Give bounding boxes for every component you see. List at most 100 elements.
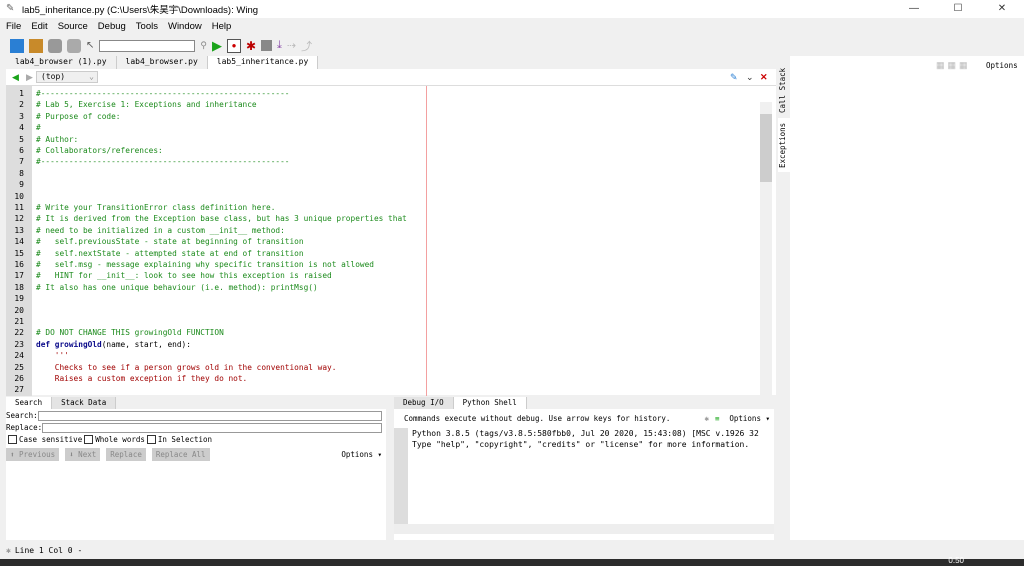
code-line: ''' [36, 351, 69, 360]
save-all-icon[interactable] [67, 38, 81, 53]
search-options-button[interactable]: Options ▾ [341, 450, 382, 459]
case-sensitive-label: Case sensitive [19, 435, 83, 444]
step-into-icon[interactable]: ⤓ [277, 39, 282, 52]
shell-options-button[interactable]: Options ▾ [729, 414, 770, 423]
menu-help[interactable]: Help [212, 21, 232, 32]
tab-lab5-inheritance[interactable]: lab5_inheritance.py [207, 56, 319, 69]
run-icon[interactable]: ▶ [212, 38, 222, 54]
tab-exceptions[interactable]: Exceptions [778, 118, 790, 172]
code-token: ''' [36, 351, 69, 361]
code-line: # Author: [36, 135, 78, 144]
code-line: # self.nextState - attempted state at en… [36, 249, 304, 258]
code-editor[interactable]: 1 2 3 4 5 6 7 8 9 10 11 12 13 14 15 16 17 18 19 20 21 22 23 24 2… [6, 85, 776, 396]
clock: 0:50 [948, 556, 964, 565]
line-number: 15 [14, 248, 24, 258]
chevron-down-icon[interactable]: ⌄ [746, 72, 754, 83]
right-options-button[interactable]: Options [986, 61, 1018, 70]
search-label: Search: [6, 411, 38, 420]
line-number: 11 [14, 203, 24, 212]
menu-source[interactable]: Source [58, 21, 88, 32]
tab-lab4-browser-1[interactable]: lab4_browser (1).py [6, 56, 117, 69]
stop-icon[interactable] [261, 40, 273, 51]
code-line: #---------------------------------------… [36, 89, 289, 98]
code-line: # Write your TransitionError class defin… [36, 203, 275, 212]
close-editor-icon[interactable]: ✕ [760, 72, 768, 83]
code-token: # need to be initialized in a custom __i… [36, 225, 285, 235]
line-number: 22 [14, 328, 24, 338]
pin-icon[interactable]: ✎ [730, 72, 738, 83]
code-line: # Purpose of code: [36, 112, 121, 121]
line-number: 27 [14, 385, 24, 395]
status-bar: ✱ Line 1 Col 0 - [0, 541, 1024, 559]
line-number-gutter: 1 2 3 4 5 6 7 8 9 10 11 12 13 14 15 16 17 18 19 20 21 22 23 24 2… [6, 86, 32, 396]
cursor-position: Line 1 Col 0 - [14, 545, 83, 555]
menu-file[interactable]: File [6, 21, 21, 32]
editor-tabs: lab4_browser (1).py lab4_browser.py lab5… [6, 56, 319, 69]
previous-button[interactable]: ⬆ Previous [6, 447, 60, 461]
next-button[interactable]: ⬇ Next [65, 447, 101, 461]
menu-tools[interactable]: Tools [136, 21, 158, 32]
menu-window[interactable]: Window [168, 21, 202, 32]
forward-arrow-icon[interactable]: ▶ [26, 72, 33, 83]
in-selection-checkbox[interactable] [146, 435, 156, 444]
line-number: 9 [19, 180, 24, 190]
tab-lab4-browser[interactable]: lab4_browser.py [116, 56, 208, 69]
select-pointer-icon[interactable]: ↖ [86, 40, 94, 51]
line-number: 18 [14, 282, 24, 292]
search-panel: Search Stack Data Search: Replace: Case s… [6, 397, 386, 540]
open-folder-icon[interactable] [29, 38, 43, 53]
line-number: 14 [14, 237, 24, 247]
case-sensitive-checkbox[interactable] [8, 435, 17, 444]
tab-python-shell[interactable]: Python Shell [453, 397, 527, 409]
debug-bug-icon[interactable]: ✱ [704, 414, 709, 423]
code-token: (name, start, end): [101, 339, 191, 349]
tab-search[interactable]: Search [6, 397, 53, 409]
code-token: Raises a custom exception if they do not… [36, 374, 248, 383]
toolbar: ↖ ⚲ ▶ ● ✱ ⤓ ⇢ ⤴ [0, 36, 1024, 55]
code-token: growingOld [54, 339, 102, 349]
python-shell-panel: Debug I/O Python Shell Commands execute w… [394, 397, 774, 540]
menu-edit[interactable]: Edit [31, 21, 47, 32]
tab-stack-data[interactable]: Stack Data [52, 397, 117, 409]
editor-nav-bar: ◀ ▶ (top) ⌄ ✎ ⌄ ✕ [6, 69, 776, 85]
code-token: # self.nextState - attempted state at en… [36, 248, 304, 258]
search-input[interactable] [37, 410, 382, 421]
code-token: # Collaborators/references: [36, 146, 163, 155]
line-number: 3 [19, 111, 24, 121]
toolbar-search-input[interactable] [99, 39, 196, 52]
replace-all-button[interactable]: Replace All [151, 447, 210, 461]
whole-words-label: Whole words [95, 435, 145, 444]
tab-debug-io[interactable]: Debug I/O [394, 397, 454, 409]
menu-debug[interactable]: Debug [98, 21, 126, 32]
scrollbar-thumb[interactable] [760, 114, 772, 182]
close-button[interactable]: ✕ [980, 0, 1024, 18]
scope-dropdown[interactable]: (top) ⌄ [36, 71, 98, 83]
line-number: 5 [19, 134, 24, 144]
shell-horizontal-scrollbar[interactable] [394, 524, 774, 534]
search-icon[interactable]: ⚲ [200, 40, 207, 51]
code-token: # self.previousState - state at beginnin… [36, 237, 304, 247]
shell-hint: Commands execute without debug. Use arro… [404, 414, 671, 423]
tab-call-stack[interactable]: Call Stack [778, 64, 790, 116]
view-toggle-icons[interactable]: ▦▦▦ [936, 60, 971, 71]
code-token: Checks to see if a person grows old in t… [36, 362, 337, 372]
replace-button[interactable]: Replace [106, 447, 146, 461]
line-number: 10 [14, 191, 24, 201]
save-icon[interactable] [48, 38, 62, 53]
debug-bug-icon[interactable]: ✱ [246, 39, 256, 53]
code-token: # It also has one unique behaviour (i.e.… [36, 282, 318, 292]
whole-words-checkbox[interactable] [84, 435, 94, 444]
step-over-icon[interactable]: ⇢ [287, 39, 296, 52]
minimize-button[interactable]: — [892, 0, 936, 18]
new-file-icon[interactable] [10, 38, 24, 53]
breakpoint-icon[interactable]: ● [226, 38, 241, 53]
step-out-icon[interactable]: ⤴ [301, 38, 312, 54]
code-line: # HINT for __init__: look to see how thi… [36, 271, 332, 280]
shell-execute-icon[interactable]: ≡ [715, 414, 720, 423]
in-selection-label: In Selection [157, 435, 213, 444]
maximize-button[interactable]: ☐ [936, 0, 980, 18]
back-arrow-icon[interactable]: ◀ [12, 72, 19, 83]
shell-output[interactable]: Python 3.8.5 (tags/v3.8.5:580fbb0, Jul 2… [394, 428, 774, 538]
replace-input[interactable] [42, 422, 382, 433]
editor-vertical-scrollbar[interactable] [760, 102, 772, 396]
